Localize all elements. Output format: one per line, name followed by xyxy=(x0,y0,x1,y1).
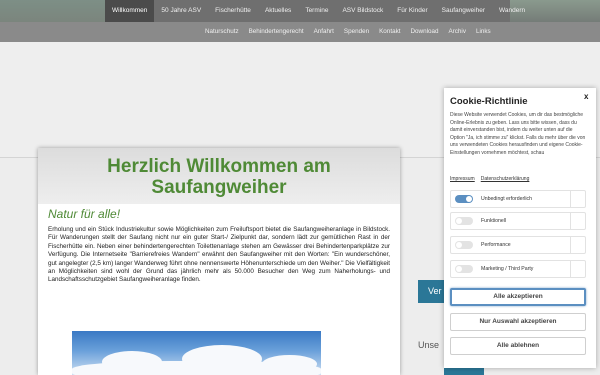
cookie-description: Diese Website verwendet Cookies, um dir … xyxy=(450,112,586,156)
toggle-performance[interactable] xyxy=(455,241,473,249)
accept-all-button[interactable]: Alle akzeptieren xyxy=(450,288,586,306)
nav-item-fuer-kinder[interactable]: Für Kinder xyxy=(390,0,434,22)
secondary-navigation-bar: Naturschutz Behindertengerecht Anfahrt S… xyxy=(0,22,600,42)
page-title: Herzlich Willkommen am Saufangweiher xyxy=(107,156,331,198)
nav-item-behindertengerecht[interactable]: Behindertengerecht xyxy=(244,22,309,42)
close-icon[interactable]: x xyxy=(584,92,588,101)
cookie-links: Impressum Datenschutzerklärung xyxy=(450,176,535,182)
divider xyxy=(570,213,571,229)
cookie-option-marketing: Marketing / Third Party xyxy=(450,260,586,278)
cookie-option-label: Marketing / Third Party xyxy=(481,266,534,272)
cookie-dialog: Cookie-Richtlinie x Diese Website verwen… xyxy=(444,88,596,368)
header-image-left xyxy=(0,0,105,22)
cookie-option-label: Funktionell xyxy=(481,218,507,224)
divider xyxy=(570,261,571,277)
intro-paragraph: Erholung und ein Stück Industriekultur s… xyxy=(48,226,390,284)
accept-selection-button[interactable]: Nur Auswahl akzeptieren xyxy=(450,313,586,331)
cookie-option-necessary: Unbedingt erforderlich xyxy=(450,190,586,208)
divider xyxy=(570,237,571,253)
nav-item-archiv[interactable]: Archiv xyxy=(443,22,471,42)
imprint-link[interactable]: Impressum xyxy=(450,176,475,182)
primary-menu: Willkommen 50 Jahre ASV Fischerhütte Akt… xyxy=(105,0,532,22)
nav-item-download[interactable]: Download xyxy=(405,22,443,42)
nav-item-willkommen[interactable]: Willkommen xyxy=(105,0,155,22)
cookie-option-performance: Performance xyxy=(450,236,586,254)
nav-item-saufangweiher[interactable]: Saufangweiher xyxy=(435,0,492,22)
secondary-menu: Naturschutz Behindertengerecht Anfahrt S… xyxy=(200,22,496,42)
toggle-marketing[interactable] xyxy=(455,265,473,273)
toggle-necessary[interactable] xyxy=(455,195,473,203)
nav-item-spenden[interactable]: Spenden xyxy=(339,22,374,42)
divider xyxy=(570,191,571,207)
nav-item-anfahrt[interactable]: Anfahrt xyxy=(309,22,339,42)
nav-item-kontakt[interactable]: Kontakt xyxy=(374,22,405,42)
nav-item-50-jahre-asv[interactable]: 50 Jahre ASV xyxy=(154,0,208,22)
page-subtitle: Natur für alle! xyxy=(48,207,121,221)
cookie-dialog-title: Cookie-Richtlinie xyxy=(450,96,528,107)
nav-item-fischerhuette[interactable]: Fischerhütte xyxy=(208,0,258,22)
top-navigation-bar: Willkommen 50 Jahre ASV Fischerhütte Akt… xyxy=(0,0,600,22)
nav-item-asv-bildstock[interactable]: ASV Bildstock xyxy=(335,0,390,22)
cookie-option-functional: Funktionell xyxy=(450,212,586,230)
toggle-functional[interactable] xyxy=(455,217,473,225)
nav-item-termine[interactable]: Termine xyxy=(298,0,335,22)
nav-item-naturschutz[interactable]: Naturschutz xyxy=(200,22,244,42)
nav-item-links[interactable]: Links xyxy=(471,22,496,42)
lake-photo xyxy=(72,331,321,375)
nav-item-wandern[interactable]: Wandern xyxy=(492,0,532,22)
privacy-link[interactable]: Datenschutzerklärung xyxy=(481,176,530,182)
nav-item-aktuelles[interactable]: Aktuelles xyxy=(258,0,298,22)
reject-all-button[interactable]: Alle ablehnen xyxy=(450,337,586,355)
cookie-option-label: Performance xyxy=(481,242,511,248)
cookie-option-label: Unbedingt erforderlich xyxy=(481,196,533,202)
welcome-card: Herzlich Willkommen am Saufangweiher Nat… xyxy=(38,148,400,375)
